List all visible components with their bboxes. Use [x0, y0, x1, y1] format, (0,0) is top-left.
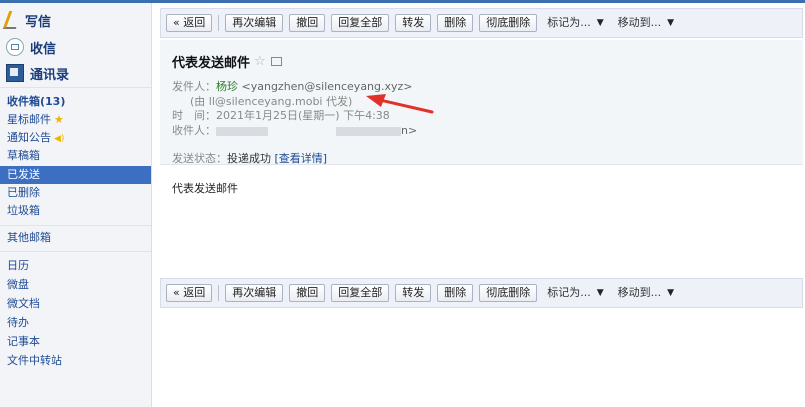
mark-as-dropdown[interactable]: 标记为... ▼	[543, 14, 607, 32]
reply-all-button[interactable]: 回复全部	[331, 14, 390, 32]
contacts-button[interactable]: 通讯录	[6, 62, 146, 84]
time-label: 时 间：	[172, 109, 216, 122]
move-to-dropdown[interactable]: 移动到... ▼	[614, 14, 678, 32]
divider	[0, 251, 151, 252]
sidebar-item-notice[interactable]: 通知公告 ◀)	[7, 129, 147, 147]
reedit-button[interactable]: 再次编辑	[225, 14, 284, 32]
sidebar-item-calendar[interactable]: 日历	[7, 257, 147, 275]
delete-button[interactable]: 删除	[437, 14, 474, 32]
mark-as-dropdown[interactable]: 标记为... ▼	[543, 284, 607, 302]
mark-as-label: 标记为...	[547, 16, 591, 29]
pencil-icon	[2, 11, 23, 29]
address-book-icon	[6, 64, 24, 82]
chevron-down-icon: ▼	[596, 288, 604, 298]
top-toolbar: « 返回 再次编辑 撤回 回复全部 转发 删除 彻底删除 标记为... ▼ 移动到…	[160, 8, 803, 38]
sidebar-item-other-mailboxes[interactable]: 其他邮箱	[7, 229, 147, 247]
speaker-icon: ◀)	[54, 134, 65, 144]
mail-body: 代表发送邮件	[172, 182, 238, 195]
redacted-recipient	[336, 126, 401, 136]
sidebar-item-drafts[interactable]: 草稿箱	[7, 147, 147, 165]
sidebar-item-notes[interactable]: 记事本	[7, 333, 147, 351]
mark-as-label: 标记为...	[547, 286, 591, 299]
sidebar-item-todo[interactable]: 待办	[7, 314, 147, 332]
time-line: 时 间：2021年1月25日(星期一) 下午4:38	[172, 107, 390, 123]
forward-button[interactable]: 转发	[395, 14, 432, 32]
reedit-button[interactable]: 再次编辑	[225, 284, 284, 302]
move-to-label: 移动到...	[617, 16, 662, 29]
subject-text: 代表发送邮件	[172, 56, 251, 71]
sidebar-item-deleted[interactable]: 已删除	[7, 184, 147, 202]
mail-header: 代表发送邮件 ☆ 发件人：杨珍 <yangzhen@silenceyang.xy…	[160, 40, 803, 165]
annotation-arrow-icon	[366, 94, 434, 114]
redacted-recipient	[216, 126, 268, 136]
sidebar-item-spam[interactable]: 垃圾箱	[7, 202, 147, 220]
sidebar-item-disk[interactable]: 微盘	[7, 276, 147, 294]
move-to-dropdown[interactable]: 移动到... ▼	[614, 284, 678, 302]
sidebar-item-sent[interactable]: 已发送	[0, 166, 151, 184]
notice-label: 通知公告	[7, 131, 51, 144]
starred-label: 星标邮件	[7, 113, 51, 126]
sidebar-item-docs[interactable]: 微文档	[7, 295, 147, 313]
sender-name[interactable]: 杨珍	[216, 80, 238, 93]
header-divider	[160, 164, 803, 165]
delete-forever-button[interactable]: 彻底删除	[479, 284, 538, 302]
sidebar-item-file-transfer[interactable]: 文件中转站	[7, 352, 147, 370]
delete-button[interactable]: 删除	[437, 284, 474, 302]
inbox-icon	[6, 38, 24, 56]
back-button[interactable]: « 返回	[166, 14, 213, 32]
recall-button[interactable]: 撤回	[289, 14, 326, 32]
star-icon: ★	[54, 113, 64, 126]
back-button[interactable]: « 返回	[166, 284, 213, 302]
move-to-label: 移动到...	[617, 286, 662, 299]
from-label: 发件人：	[172, 80, 216, 93]
sidebar: 写信 收信 通讯录 收件箱(13) 星标邮件 ★ 通知公告 ◀) 草稿箱 已发送 已…	[0, 3, 152, 407]
chevron-down-icon: ▼	[596, 18, 604, 28]
reply-all-button[interactable]: 回复全部	[331, 284, 390, 302]
chevron-down-icon: ▼	[667, 288, 675, 298]
chevron-down-icon: ▼	[667, 18, 675, 28]
contacts-label: 通讯录	[30, 67, 70, 83]
star-outline-icon[interactable]: ☆	[254, 54, 266, 69]
sidebar-item-starred[interactable]: 星标邮件 ★	[7, 111, 147, 129]
compose-button[interactable]: 写信	[2, 9, 146, 31]
receive-button[interactable]: 收信	[6, 36, 146, 58]
bottom-toolbar: « 返回 再次编辑 撤回 回复全部 转发 删除 彻底删除 标记为... ▼ 移动到…	[160, 278, 803, 308]
toolbar-separator	[218, 285, 220, 301]
recipient-tail: n>	[401, 124, 418, 137]
receive-label: 收信	[30, 41, 57, 57]
sidebar-item-inbox[interactable]: 收件箱(13)	[7, 93, 147, 111]
toolbar-separator	[218, 15, 220, 31]
recall-button[interactable]: 撤回	[289, 284, 326, 302]
divider	[0, 225, 151, 226]
compose-label: 写信	[25, 14, 52, 30]
mail-subject: 代表发送邮件 ☆	[172, 52, 282, 71]
to-label: 收件人：	[172, 124, 216, 137]
divider	[0, 87, 151, 88]
delete-forever-button[interactable]: 彻底删除	[479, 14, 538, 32]
forward-button[interactable]: 转发	[395, 284, 432, 302]
to-line: 收件人： n>	[172, 122, 417, 138]
new-window-icon[interactable]	[270, 57, 282, 66]
